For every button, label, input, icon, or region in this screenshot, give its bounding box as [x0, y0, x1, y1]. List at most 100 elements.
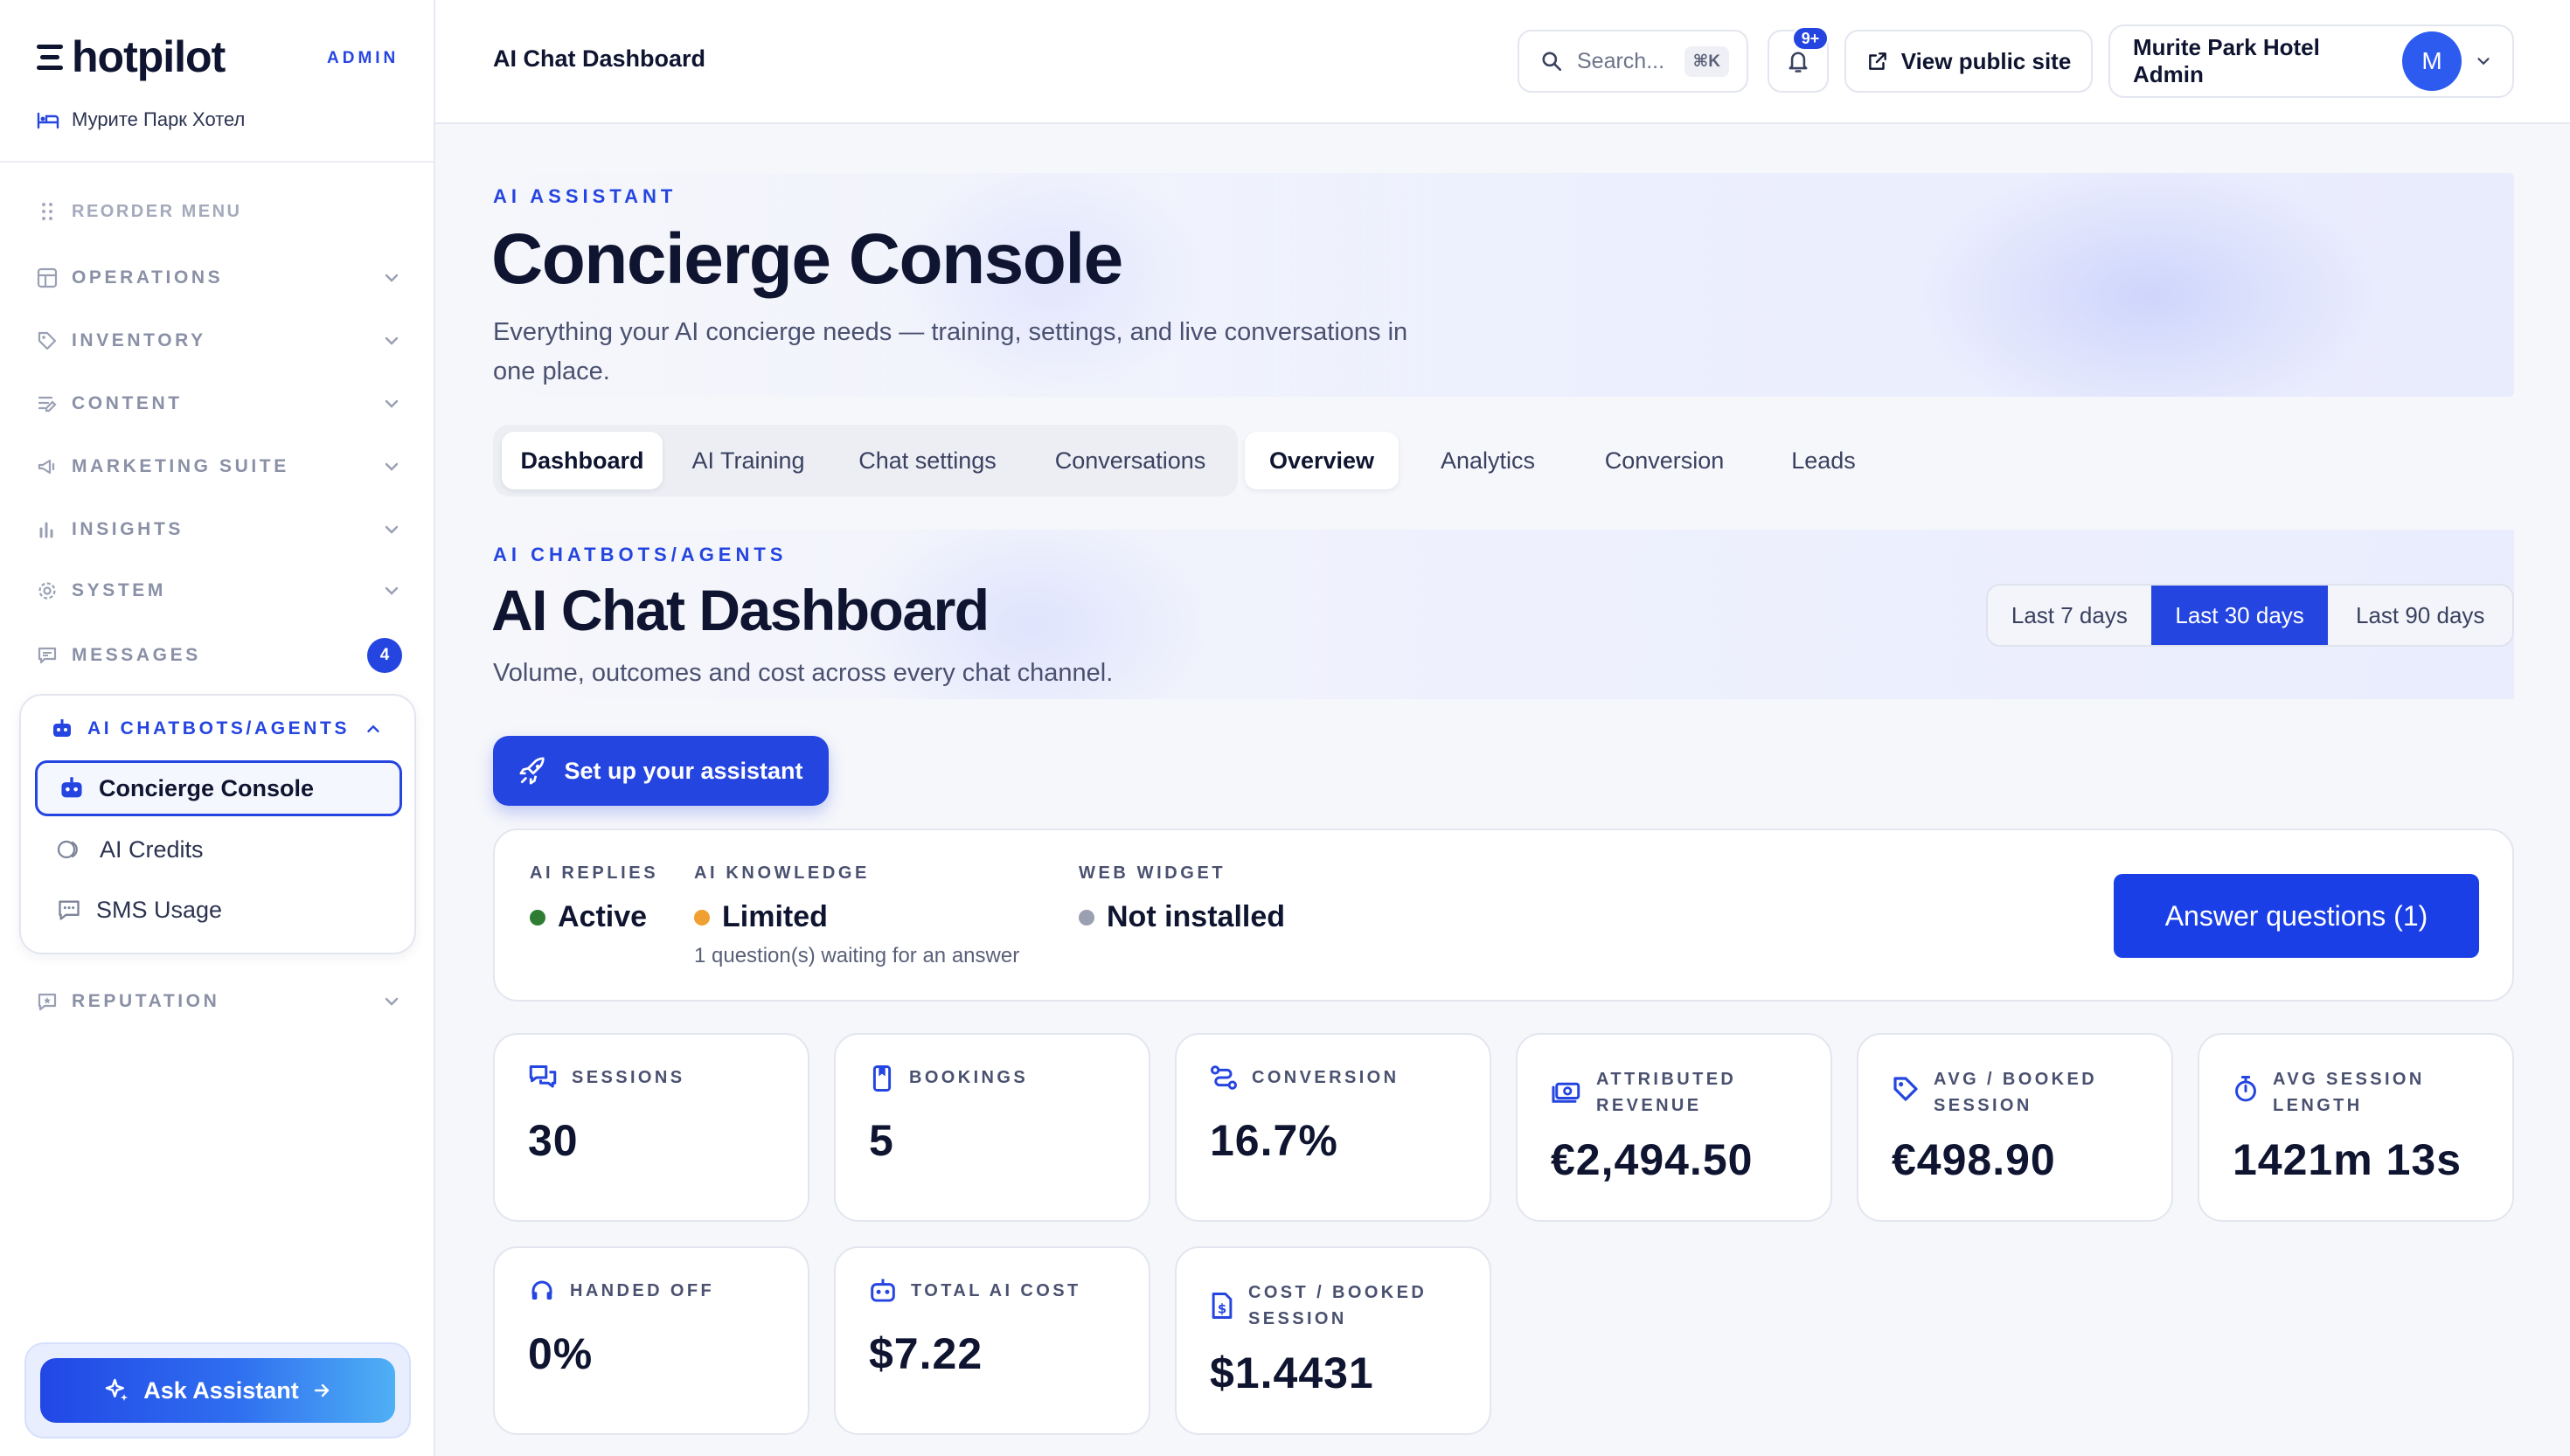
ask-assistant-label: Ask Assistant	[143, 1376, 299, 1404]
sidebar-item-ai-credits[interactable]: AI Credits	[35, 822, 402, 877]
answer-questions-button[interactable]: Answer questions (1)	[2114, 874, 2479, 958]
metric-label: BOOKINGS	[909, 1068, 1029, 1087]
assistant-status-card: AI REPLIES Active AI KNOWLEDGE Limited 1…	[493, 829, 2514, 1002]
ai-replies-value: Active	[558, 900, 648, 933]
ask-assistant-button[interactable]: Ask Assistant	[40, 1358, 395, 1423]
chevron-down-icon	[385, 997, 399, 1006]
sidebar-item-concierge-console[interactable]: Concierge Console	[35, 760, 402, 816]
range-last-30-days[interactable]: Last 30 days	[2150, 586, 2329, 645]
search-input[interactable]: Search... ⌘K	[1518, 30, 1748, 93]
sidebar-item-insights[interactable]: INSIGHTS	[35, 512, 402, 547]
web-widget-status: Not installed	[1079, 900, 1285, 934]
metric-value: 5	[869, 1116, 894, 1165]
chevron-down-icon	[2477, 58, 2490, 66]
sidebar-item-inventory[interactable]: INVENTORY	[35, 323, 402, 358]
metric-value: 0%	[528, 1329, 594, 1378]
metric-header: ATTRIBUTED REVENUE	[1551, 1066, 1806, 1119]
rocket-icon	[519, 757, 545, 785]
metric-label: SESSIONS	[572, 1068, 685, 1087]
sidebar-item-label: REPUTATION	[72, 991, 220, 1011]
svg-text:$: $	[1218, 1302, 1226, 1317]
sidebar-item-marketing-suite[interactable]: MARKETING SUITE	[35, 449, 402, 484]
gear-icon	[35, 579, 59, 603]
tab-dashboard[interactable]: Dashboard	[502, 432, 663, 489]
external-link-icon	[1868, 52, 1886, 70]
metric-label: AVG SESSION LENGTH	[2273, 1070, 2425, 1115]
setup-assistant-label: Set up your assistant	[564, 757, 803, 784]
ask-assistant-container: Ask Assistant	[24, 1342, 411, 1439]
ai-knowledge-label: AI KNOWLEDGE	[694, 863, 870, 883]
account-menu[interactable]: Murite Park Hotel Admin M	[2108, 24, 2514, 98]
tab-conversion[interactable]: Conversion	[1577, 432, 1752, 489]
hotel-name: Мурите Парк Хотел	[72, 108, 246, 130]
sparkles-icon	[105, 1378, 128, 1401]
ai-chatbots-section-toggle[interactable]: AI CHATBOTS/AGENTS	[51, 718, 383, 739]
metric-card-attributed-revenue: ATTRIBUTED REVENUE €2,494.50	[1516, 1033, 1832, 1222]
metric-card-total-ai-cost: TOTAL AI COST $7.22	[834, 1246, 1150, 1435]
range-last-7-days[interactable]: Last 7 days	[1988, 586, 2151, 645]
sidebar-item-operations[interactable]: OPERATIONS	[35, 260, 402, 295]
tab-chat-settings[interactable]: Chat settings	[837, 432, 1018, 489]
status-dot-green	[530, 909, 545, 926]
ai-knowledge-value: Limited	[722, 900, 828, 933]
metric-value: 30	[528, 1116, 579, 1165]
sidebar-item-label: INSIGHTS	[72, 519, 184, 539]
sidebar-item-content[interactable]: CONTENT	[35, 386, 402, 421]
brand-logo[interactable]: hotpilot	[37, 31, 226, 82]
tab-conversations[interactable]: Conversations	[1031, 432, 1229, 489]
range-last-90-days[interactable]: Last 90 days	[2328, 586, 2512, 645]
chevron-down-icon	[385, 399, 399, 408]
bar-chart-icon	[35, 517, 59, 542]
chevron-down-icon	[385, 525, 399, 534]
metric-label: ATTRIBUTED REVENUE	[1596, 1070, 1737, 1115]
sidebar-item-label: MESSAGES	[72, 645, 201, 665]
ai-chatbots-submenu: AI CHATBOTS/AGENTS Concierge Console AI …	[19, 694, 416, 954]
section-eyebrow: AI CHATBOTS/AGENTS	[493, 544, 788, 565]
metric-value: €498.90	[1892, 1135, 2056, 1184]
setup-assistant-button[interactable]: Set up your assistant	[493, 736, 829, 806]
megaphone-icon	[35, 454, 59, 479]
tab-ai-training[interactable]: AI Training	[673, 432, 823, 489]
chat-bubbles-icon	[529, 1065, 557, 1088]
metric-card-sessions: SESSIONS 30	[493, 1033, 809, 1222]
tab-overview[interactable]: Overview	[1245, 432, 1399, 489]
sidebar-item-system[interactable]: SYSTEM	[35, 573, 402, 608]
tab-leads[interactable]: Leads	[1769, 432, 1878, 489]
metric-header: AVG / BOOKED SESSION	[1892, 1066, 2143, 1119]
price-tag-icon	[1893, 1077, 1918, 1101]
sidebar-item-sms-usage[interactable]: SMS Usage	[35, 882, 402, 938]
metric-card-avg-session-length: AVG SESSION LENGTH 1421m 13s	[2198, 1033, 2514, 1222]
ai-replies-label: AI REPLIES	[530, 863, 659, 883]
metric-label: TOTAL AI COST	[911, 1281, 1081, 1300]
sidebar-item-reputation[interactable]: REPUTATION	[35, 984, 402, 1019]
drag-handle-icon	[35, 199, 59, 224]
metric-value: $1.4431	[1210, 1349, 1374, 1397]
metric-header: HANDED OFF	[528, 1278, 780, 1304]
ai-knowledge-note: 1 question(s) waiting for an answer	[694, 944, 1020, 967]
metric-value: 16.7%	[1210, 1116, 1338, 1165]
sidebar-item-label: AI Credits	[100, 835, 204, 863]
metric-card-handed-off: HANDED OFF 0%	[493, 1246, 809, 1435]
hotel-switcher[interactable]: Мурите Парк Хотел	[37, 108, 245, 131]
robot-icon	[871, 1279, 895, 1302]
reorder-menu-button[interactable]: REORDER MENU	[35, 194, 402, 229]
sidebar: hotpilot ADMIN Мурите Парк Хотел REORDER…	[0, 0, 435, 1456]
stopwatch-icon	[2235, 1075, 2256, 1102]
ai-replies-status: Active	[530, 900, 647, 934]
bookmark-icon	[872, 1064, 892, 1092]
view-public-site-button[interactable]: View public site	[1844, 30, 2093, 93]
metric-label: AVG / BOOKED SESSION	[1934, 1070, 2098, 1115]
tab-analytics[interactable]: Analytics	[1414, 432, 1561, 489]
search-icon	[1542, 52, 1562, 72]
hero-description-line-2: one place.	[493, 357, 610, 385]
section-description: Volume, outcomes and cost across every c…	[493, 659, 1114, 687]
metric-card-conversion: CONVERSION 16.7%	[1175, 1033, 1491, 1222]
sidebar-item-messages[interactable]: MESSAGES 4	[35, 638, 402, 673]
search-placeholder: Search...	[1577, 48, 1665, 73]
ai-chatbots-label: AI CHATBOTS/AGENTS	[87, 718, 351, 738]
chevron-down-icon	[385, 462, 399, 471]
metric-value: €2,494.50	[1551, 1135, 1754, 1184]
cash-icon	[1552, 1082, 1580, 1103]
chevron-down-icon	[385, 274, 399, 282]
view-public-site-label: View public site	[1900, 47, 2072, 74]
